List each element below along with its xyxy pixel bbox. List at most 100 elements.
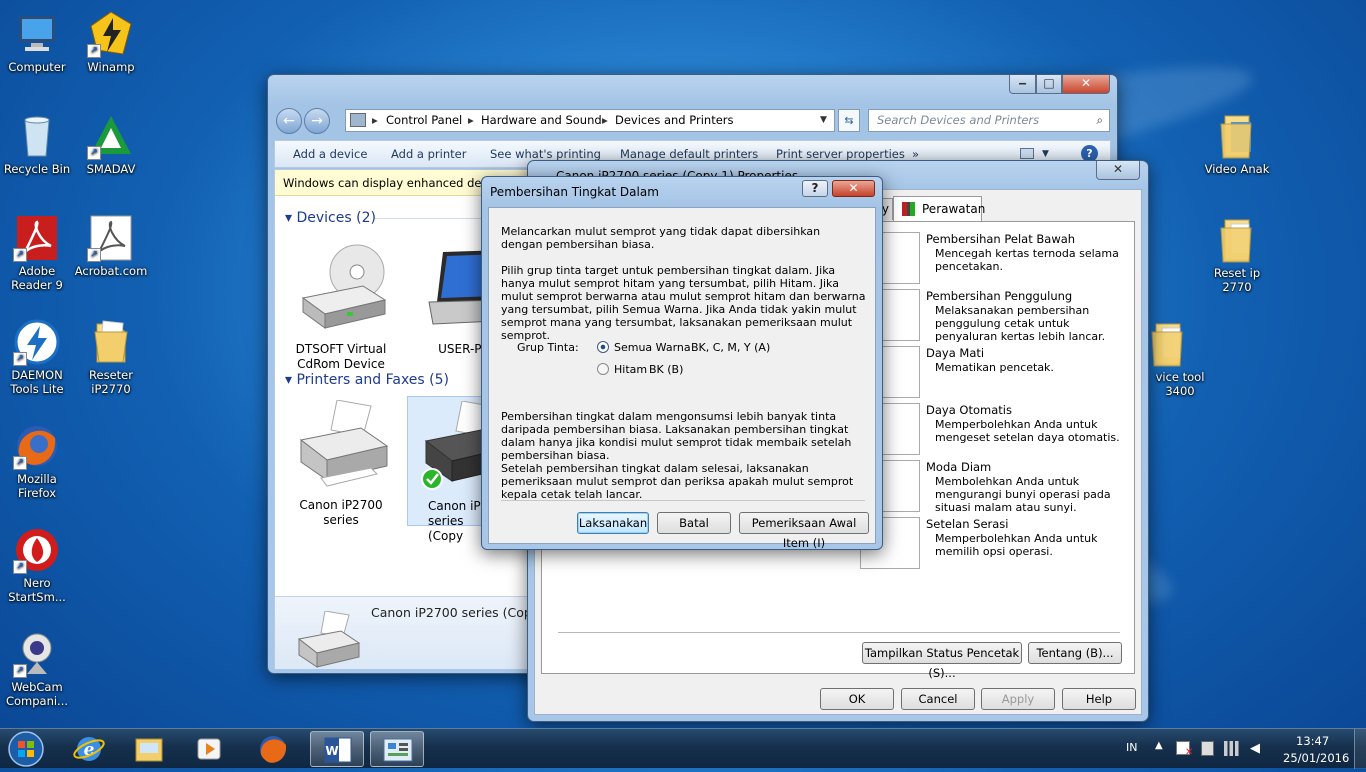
- control-panel-icon: [350, 113, 366, 127]
- control-panel-icon: [383, 738, 413, 762]
- printers-group-header[interactable]: ▾ Printers and Faxes (5): [285, 372, 449, 388]
- dialog-body: Melancarkan mulut semprot yang tidak dap…: [488, 207, 876, 550]
- computer-icon: [13, 10, 61, 58]
- desktop-icon-recycle-bin[interactable]: Recycle Bin: [0, 112, 74, 176]
- taskbar-explorer[interactable]: [122, 731, 176, 767]
- printers-header-text: Printers and Faxes (5): [296, 372, 449, 388]
- desktop-icon-label: WebCam Compani...: [5, 680, 69, 708]
- clock-date[interactable]: 25/01/2016: [1283, 751, 1349, 765]
- refresh-button[interactable]: ⇆: [838, 109, 860, 132]
- taskbar-ie[interactable]: e: [62, 731, 116, 767]
- clock-time[interactable]: 13:47: [1296, 734, 1329, 748]
- add-device-button[interactable]: Add a device: [293, 141, 367, 167]
- cd-drive-icon: [301, 244, 387, 329]
- maintenance-icon: [902, 202, 915, 216]
- item-title: Pembersihan Pelat Bawah: [926, 232, 1076, 246]
- taskbar-firefox[interactable]: [246, 731, 300, 767]
- close-button[interactable]: ✕: [832, 180, 875, 197]
- maximize-button[interactable]: □: [1036, 75, 1062, 94]
- cancel-button[interactable]: Cancel: [901, 688, 975, 710]
- apply-button[interactable]: Apply: [981, 688, 1055, 710]
- ok-button[interactable]: OK: [820, 688, 894, 710]
- radio-inks: BK (B): [649, 363, 684, 376]
- desktop-icon-label: Recycle Bin: [3, 162, 71, 176]
- desktop-icon-label: Adobe Reader 9: [11, 264, 63, 292]
- desktop-icon-video-anak[interactable]: Video Anak: [1200, 112, 1274, 176]
- add-printer-button[interactable]: Add a printer: [391, 141, 466, 167]
- desktop-icon-computer[interactable]: Computer: [0, 10, 74, 74]
- close-button[interactable]: ✕: [1096, 161, 1140, 180]
- help-button[interactable]: Help: [1062, 688, 1136, 710]
- desktop-icon-reseter[interactable]: Reseter iP2770: [74, 318, 148, 396]
- media-player-icon: [197, 738, 221, 760]
- item-title: Moda Diam: [926, 460, 992, 474]
- address-bar[interactable]: ▸ Control Panel ▸ Hardware and Sound ▸ D…: [345, 109, 835, 132]
- cancel-button[interactable]: Batal: [657, 512, 731, 534]
- device-icon[interactable]: [1201, 741, 1214, 756]
- chevron-down-icon[interactable]: ▼: [820, 110, 827, 131]
- execute-button[interactable]: Laksanakan: [577, 512, 649, 534]
- start-button[interactable]: [4, 729, 48, 769]
- desktop-icon-label: Nero StartSm...: [8, 576, 66, 604]
- back-button[interactable]: ←: [276, 108, 302, 134]
- view-options-icon[interactable]: [1020, 148, 1034, 159]
- winamp-icon: ↗: [87, 10, 135, 58]
- radio-black[interactable]: Hitam BK (B): [597, 362, 797, 378]
- breadcrumb-arrow: ▸: [602, 113, 608, 127]
- desktop-icon-winamp[interactable]: ↗ Winamp: [74, 10, 148, 74]
- dialog-warning-text: Pembersihan tingkat dalam mengonsumsi le…: [501, 410, 852, 462]
- help-button[interactable]: ?: [802, 180, 828, 197]
- forward-button[interactable]: →: [304, 108, 330, 134]
- item-title: Daya Mati: [926, 346, 985, 360]
- desktop-icon-adobe-reader[interactable]: ↗ Adobe Reader 9: [0, 214, 74, 292]
- breadcrumb-hardware-sound[interactable]: Hardware and Sound: [481, 110, 602, 131]
- about-button[interactable]: Tentang (B)...: [1028, 642, 1122, 664]
- details-printer-name: Canon iP2700 series (Copy: [371, 605, 540, 620]
- taskbar-control-panel[interactable]: [370, 731, 424, 767]
- show-printer-status-button[interactable]: Tampilkan Status Pencetak (S)...: [862, 642, 1022, 680]
- search-input[interactable]: Search Devices and Printers ⌕: [868, 109, 1110, 132]
- search-placeholder: Search Devices and Printers: [877, 113, 1040, 127]
- minimize-button[interactable]: ‒: [1009, 75, 1036, 94]
- desktop-icon-smadav[interactable]: ↗ SMADAV: [74, 112, 148, 176]
- webcam-icon: ↗: [13, 630, 61, 678]
- folder-icon: [135, 738, 163, 762]
- volume-icon[interactable]: ◀: [1250, 741, 1260, 756]
- radio-all-colors[interactable]: Semua Warna BK, C, M, Y (A): [597, 340, 797, 356]
- desktop-icon-label: Mozilla Firefox: [17, 472, 57, 500]
- breadcrumb-arrow: ▸: [372, 113, 378, 127]
- desktop-icon-acrobat-com[interactable]: ↗ Acrobat.com: [74, 214, 148, 278]
- desktop-icon-label: Reset ip 2770: [1213, 266, 1261, 294]
- printer-item[interactable]: Canon iP2700 series: [291, 399, 391, 528]
- language-indicator[interactable]: IN: [1126, 741, 1137, 754]
- item-desc: Memperbolehkan Anda untuk mengeset setel…: [935, 418, 1120, 444]
- item-desc: Memperbolehkan Anda untuk memilih opsi o…: [935, 532, 1098, 558]
- printer-icon: [299, 399, 389, 487]
- desktop-icon-reset-ip[interactable]: Reset ip 2770: [1200, 216, 1274, 294]
- show-hidden-icons[interactable]: ▲: [1155, 740, 1163, 751]
- desktop-icon-label: Video Anak: [1204, 162, 1270, 176]
- desktop-icon-firefox[interactable]: ↗ Mozilla Firefox: [0, 422, 74, 500]
- close-button[interactable]: ✕: [1062, 75, 1110, 94]
- desktop-icon-label: vice tool 3400: [1155, 370, 1205, 398]
- desktop-icon-webcam[interactable]: ↗ WebCam Compani...: [0, 630, 74, 708]
- recycle-bin-icon: [13, 112, 61, 160]
- breadcrumb-control-panel[interactable]: Control Panel: [386, 110, 462, 131]
- breadcrumb-arrow: ▸: [468, 113, 474, 127]
- show-desktop-button[interactable]: [1354, 729, 1366, 769]
- item-desc: Mencegah kertas ternoda selama pencetaka…: [935, 247, 1119, 273]
- firefox-icon: ↗: [13, 422, 61, 470]
- taskbar-word[interactable]: W: [310, 731, 364, 767]
- item-desc: Mematikan pencetak.: [935, 361, 1054, 374]
- network-icon[interactable]: [1224, 741, 1242, 756]
- devices-group-header[interactable]: ▾ Devices (2): [285, 210, 376, 226]
- desktop-icon-nero[interactable]: ↗ Nero StartSm...: [0, 526, 74, 604]
- breadcrumb-devices-printers[interactable]: Devices and Printers: [615, 110, 734, 131]
- desktop-icon-daemon-tools[interactable]: ↗ DAEMON Tools Lite: [0, 318, 74, 396]
- nozzle-check-button[interactable]: Pemeriksaan Awal Item (I): [739, 512, 869, 550]
- device-item[interactable]: DTSOFT Virtual CdRom Device: [291, 242, 391, 372]
- search-icon: ⌕: [1096, 113, 1103, 127]
- tab-perawatan[interactable]: Perawatan: [893, 196, 985, 222]
- taskbar-media-player[interactable]: [182, 731, 236, 767]
- dialog-separator: [501, 500, 865, 501]
